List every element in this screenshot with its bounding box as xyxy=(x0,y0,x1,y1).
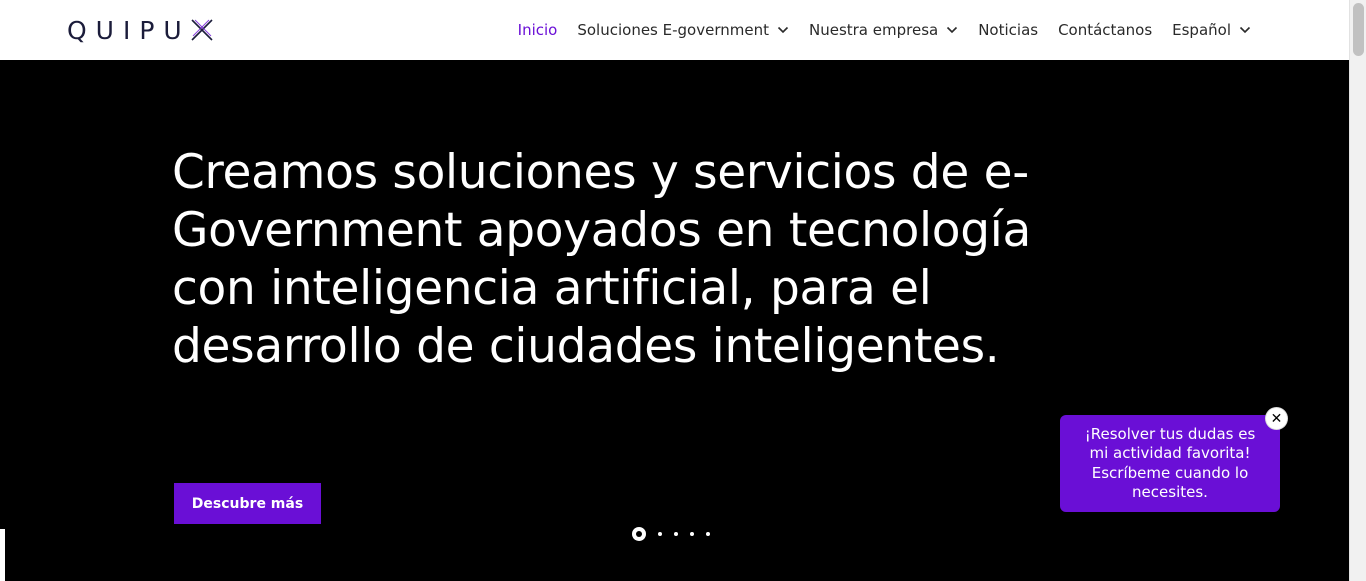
slider-dot-5[interactable] xyxy=(706,532,710,536)
nav-item-empresa[interactable]: Nuestra empresa xyxy=(809,21,958,39)
slider-dot-4[interactable] xyxy=(690,532,694,536)
language-selector[interactable]: Español xyxy=(1172,21,1251,39)
language-label: Español xyxy=(1172,21,1231,39)
logo-text: QUIPU xyxy=(67,15,191,45)
discover-more-button[interactable]: Descubre más xyxy=(174,483,321,524)
page-scrollbar[interactable] xyxy=(1349,0,1366,581)
chevron-down-icon xyxy=(1239,26,1251,34)
nav-item-label: Noticias xyxy=(978,21,1039,39)
nav-item-inicio[interactable]: Inicio xyxy=(518,21,558,39)
nav-item-soluciones[interactable]: Soluciones E-government xyxy=(577,21,789,39)
scrollbar-thumb[interactable] xyxy=(1353,3,1364,56)
slider-dot-1[interactable] xyxy=(632,527,646,541)
x-logo-icon xyxy=(191,19,213,41)
slider-pagination xyxy=(632,527,710,541)
logo[interactable]: QUIPU xyxy=(67,15,215,45)
slider-dot-2[interactable] xyxy=(658,532,662,536)
nav-item-noticias[interactable]: Noticias xyxy=(978,21,1038,39)
main-nav: Inicio Soluciones E-government Nuestra e… xyxy=(518,0,1251,60)
page-edge xyxy=(0,529,5,581)
chevron-down-icon xyxy=(777,26,789,34)
nav-item-label: Inicio xyxy=(517,21,558,39)
chevron-down-icon xyxy=(947,26,958,34)
chat-message: ¡Resolver tus dudas es mi actividad favo… xyxy=(1084,424,1256,502)
slider-dot-3[interactable] xyxy=(674,532,678,536)
chat-bubble[interactable]: ¡Resolver tus dudas es mi actividad favo… xyxy=(1060,415,1280,512)
nav-item-label: Contáctanos xyxy=(1058,21,1153,39)
hero-title: Creamos soluciones y servicios de e-Gove… xyxy=(172,145,1032,374)
nav-item-label: Soluciones E-government xyxy=(577,21,769,39)
nav-item-contactanos[interactable]: Contáctanos xyxy=(1058,21,1152,39)
site-header: QUIPU Inicio Soluciones E-government Nue… xyxy=(0,0,1349,60)
close-icon[interactable]: ✕ xyxy=(1266,408,1287,429)
nav-item-label: Nuestra empresa xyxy=(808,21,939,39)
